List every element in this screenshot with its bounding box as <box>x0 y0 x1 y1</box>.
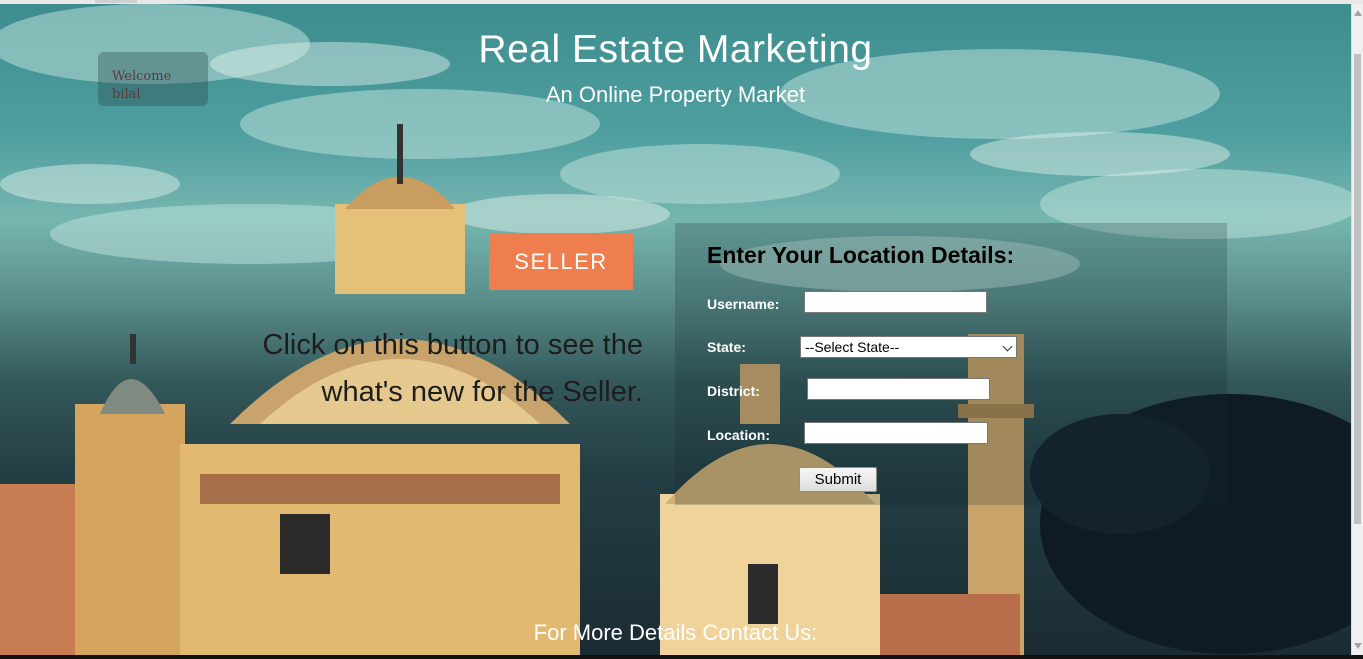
state-select-value: --Select State-- <box>805 339 900 355</box>
seller-button[interactable]: SELLER <box>489 233 633 290</box>
scroll-down-arrow-icon[interactable] <box>1354 643 1362 649</box>
district-input[interactable] <box>807 378 990 400</box>
bottom-bar <box>0 655 1363 659</box>
tab-indicator <box>95 0 137 3</box>
submit-button[interactable]: Submit <box>799 467 877 492</box>
site-subtitle: An Online Property Market <box>545 82 806 107</box>
username-label: Username: <box>707 296 780 312</box>
seller-description: Click on this button to see the what's n… <box>262 329 643 408</box>
chevron-down-icon <box>1002 341 1013 352</box>
form-title: Enter Your Location Details: <box>707 242 1015 268</box>
state-label: State: <box>707 339 746 355</box>
scrollbar-thumb[interactable] <box>1354 54 1361 524</box>
site-title: Real Estate Marketing <box>478 28 873 71</box>
state-select[interactable]: --Select State-- <box>800 336 1017 358</box>
scroll-up-arrow-icon[interactable] <box>1354 10 1362 16</box>
district-label: District: <box>707 383 760 399</box>
username-input[interactable] <box>804 291 987 313</box>
location-label: Location: <box>707 427 770 443</box>
vertical-scrollbar[interactable] <box>1351 4 1363 655</box>
location-input[interactable] <box>804 422 988 444</box>
footer-contact-text: For More Details Contact Us: <box>533 620 818 645</box>
